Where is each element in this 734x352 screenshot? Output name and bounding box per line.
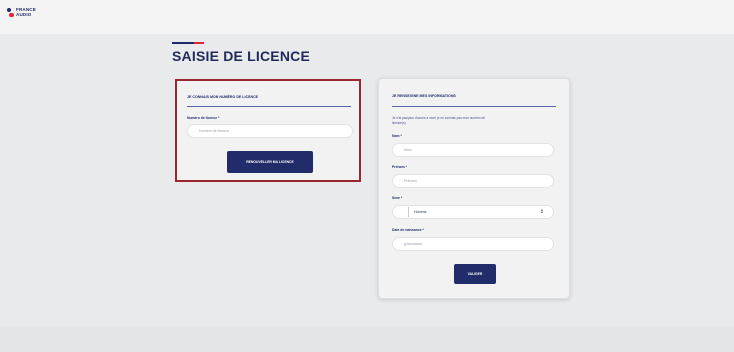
last-name-label: Nom * (392, 134, 402, 138)
logo-line-2: AUDIO (16, 12, 32, 17)
birth-date-label: Date de naissance * (392, 228, 424, 232)
first-name-label: Prénom * (392, 165, 407, 169)
select-divider (408, 207, 409, 217)
chevron-updown-icon: ⇕ (539, 209, 544, 215)
birth-date-input[interactable]: jj/mm/aaaa (392, 237, 554, 251)
brand-logo[interactable]: FRANCE AUDIO (7, 8, 36, 18)
info-card-divider (392, 106, 556, 107)
top-bar: FRANCE AUDIO (0, 0, 734, 34)
license-number-card: JE CONNAIS MON NUMÉRO DE LICENCE Numéro … (175, 79, 361, 182)
helper-text-line-2: licence(s) (392, 120, 406, 125)
logo-text: FRANCE AUDIO (16, 8, 36, 17)
license-card-divider (187, 106, 351, 107)
license-number-input[interactable]: Numéro de licence (187, 124, 353, 138)
last-name-input[interactable]: Nom (392, 143, 554, 157)
renew-license-button[interactable]: RENOUVELLER MA LICENCE (227, 151, 313, 173)
sex-label: Sexe * (392, 196, 403, 200)
helper-text: Je n'ai pas/plus d'accès à mon/ je ne co… (392, 116, 562, 125)
license-card-heading: JE CONNAIS MON NUMÉRO DE LICENCE (187, 95, 259, 99)
first-name-input[interactable]: Prénom (392, 174, 554, 188)
sex-select[interactable]: Homme ⇕ (392, 205, 554, 219)
personal-info-card: JE RENSEIGNE MES INFORMATIONS Je n'ai pa… (378, 78, 570, 299)
license-number-label: Numéro de licence * (187, 116, 220, 120)
footer-band (0, 326, 734, 352)
logo-mark-icon (7, 8, 14, 18)
page-title: SAISIE DE LICENCE (172, 48, 310, 64)
info-card-heading: JE RENSEIGNE MES INFORMATIONS (392, 94, 456, 98)
validate-button[interactable]: VALIDER (454, 264, 496, 284)
title-accent-bar (172, 42, 204, 44)
sex-select-value: Homme (414, 210, 427, 214)
